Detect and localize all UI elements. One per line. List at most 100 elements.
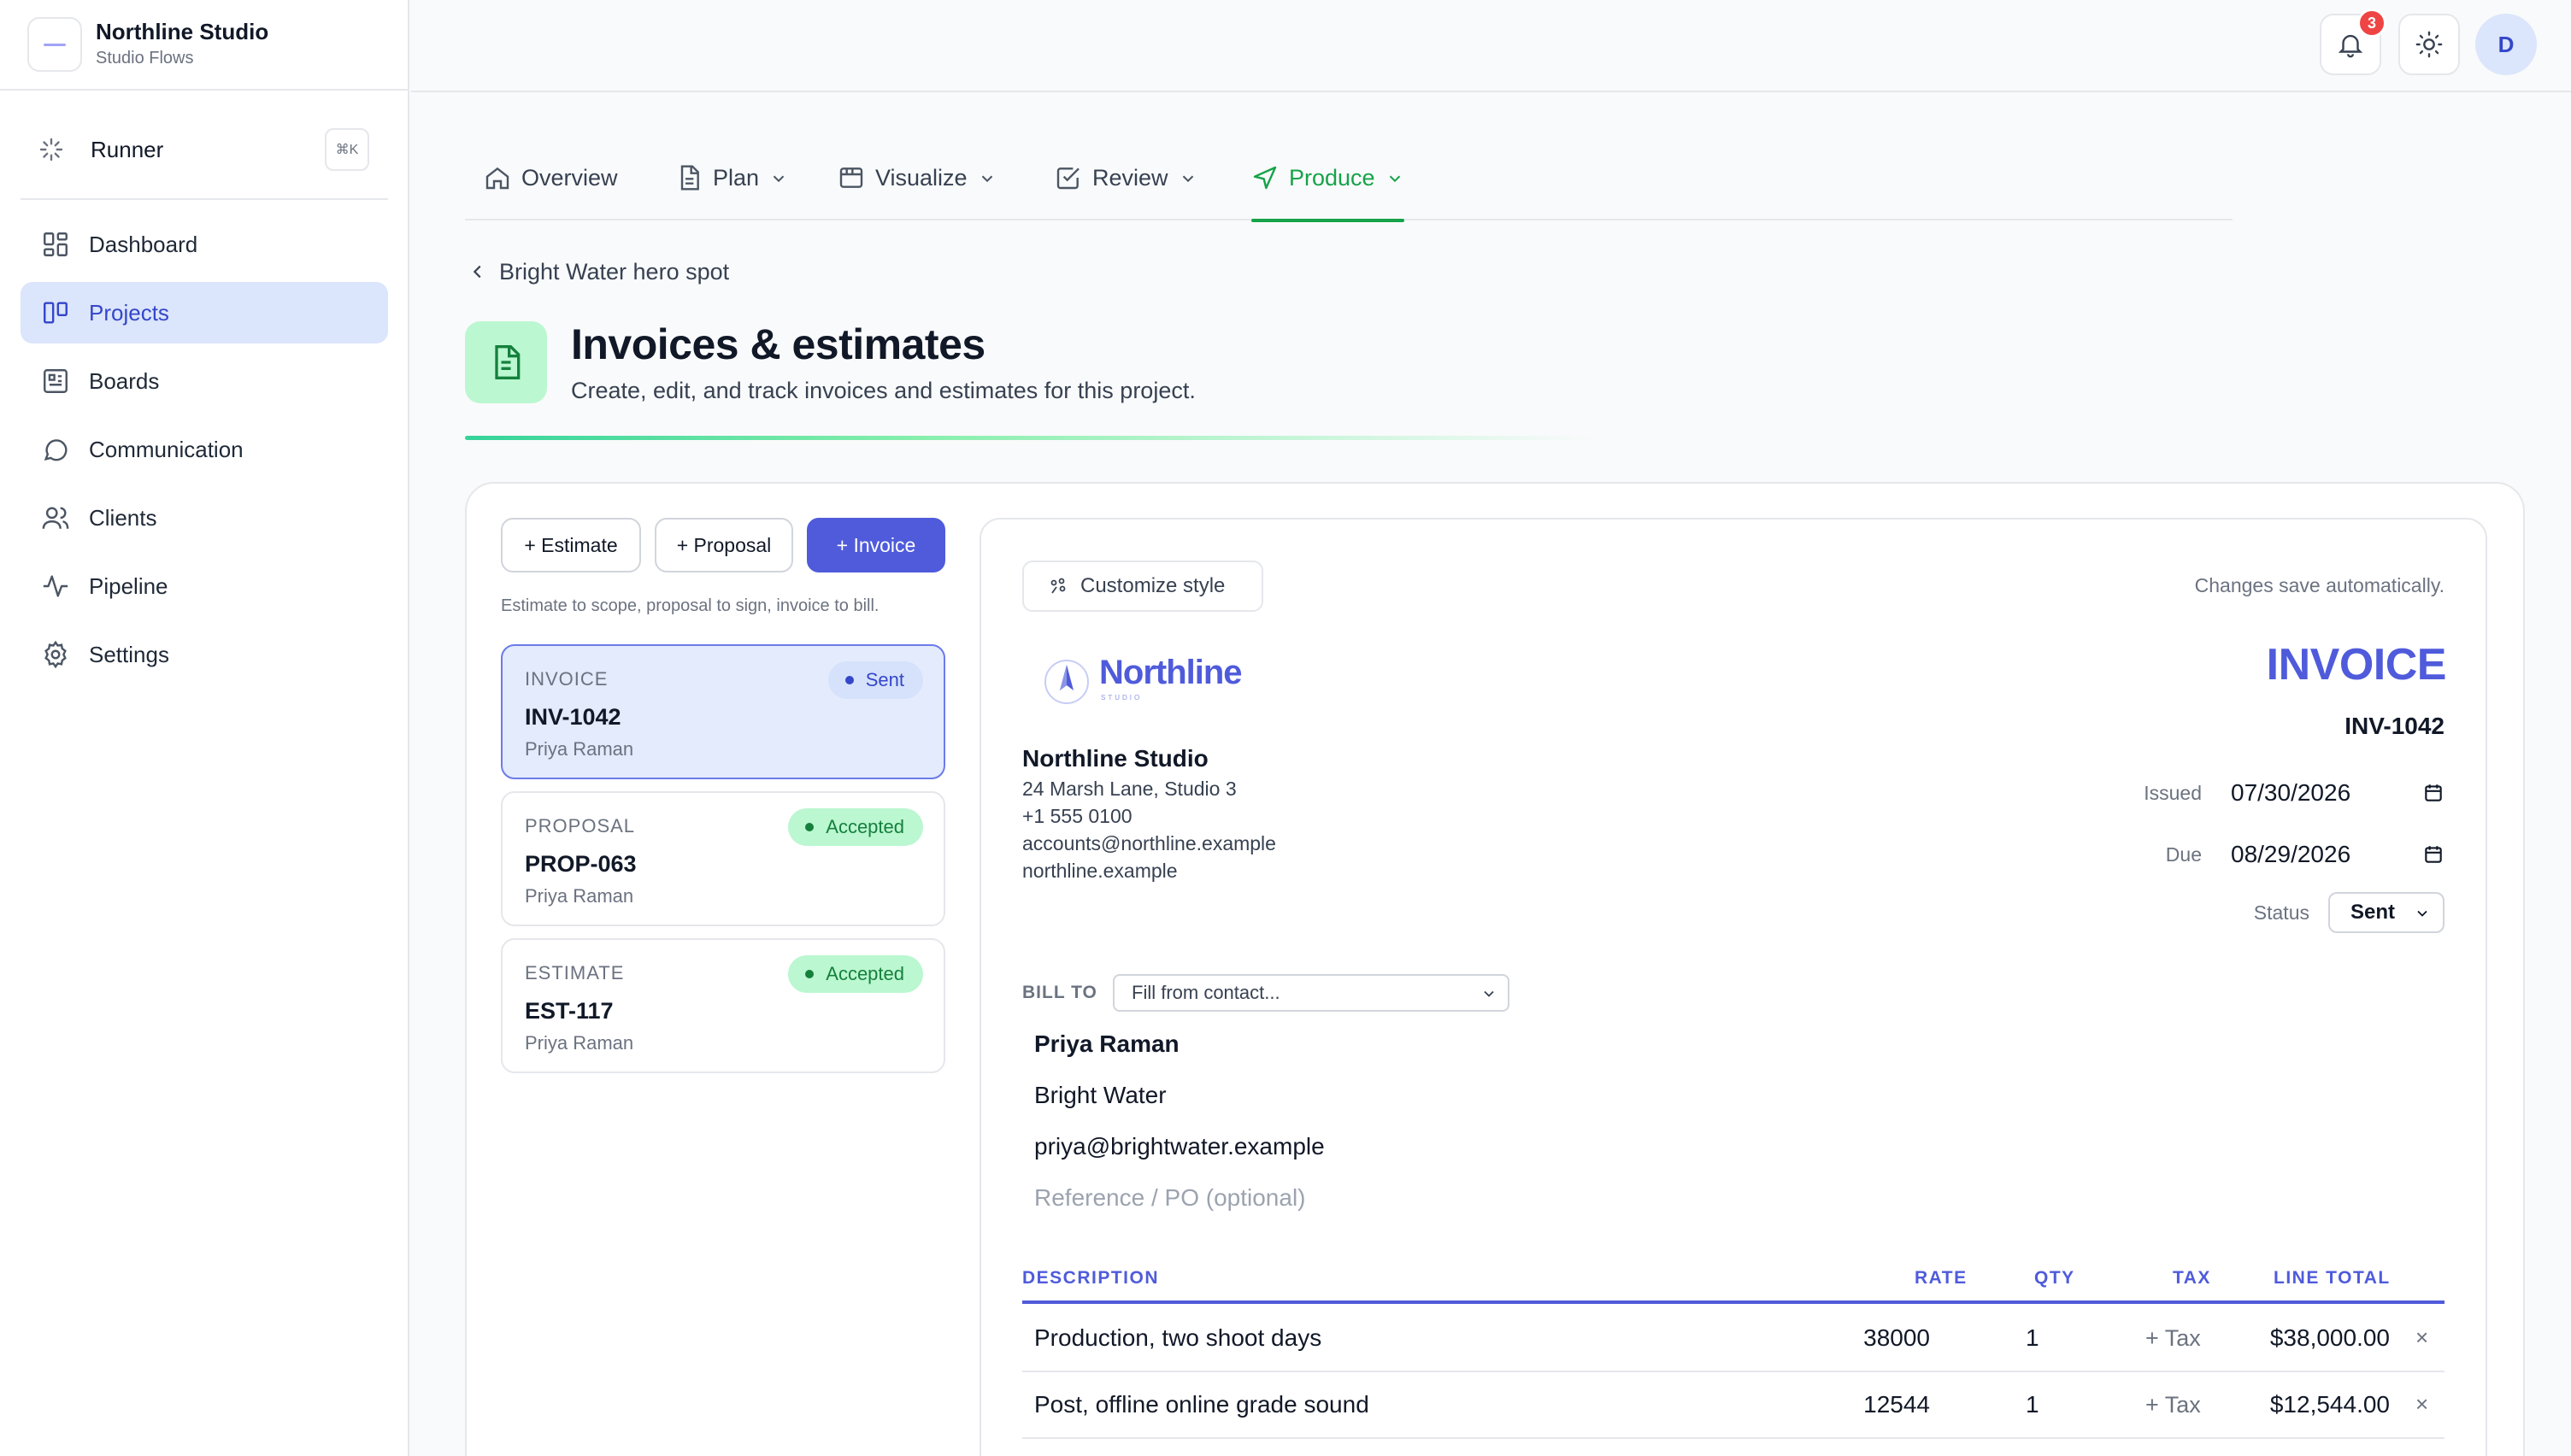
sidebar-item-label: Clients <box>89 504 157 531</box>
line-item-description[interactable]: Post, offline online grade sound <box>1034 1391 1369 1418</box>
chevron-down-icon <box>773 175 785 183</box>
contact-select-placeholder: Fill from contact... <box>1132 982 1280 1003</box>
table-row-divider <box>1022 1371 2445 1372</box>
sun-icon <box>2415 31 2443 58</box>
document-number: INV-1042 <box>525 704 621 730</box>
status-select-value: Sent <box>2350 901 2396 924</box>
line-item-description[interactable]: Production, two shoot days <box>1034 1324 1321 1352</box>
status-badge: Accepted <box>788 955 923 993</box>
send-icon <box>1253 166 1277 190</box>
document-client: Priya Raman <box>525 885 634 907</box>
checkbox-icon <box>1056 167 1080 190</box>
workspace-switcher[interactable]: Northline Studio Studio Flows <box>0 0 408 91</box>
line-item-add-tax[interactable]: + Tax <box>2145 1325 2201 1352</box>
notifications-button[interactable]: 3 <box>2320 9 2386 75</box>
add-invoice-button[interactable]: + Invoice <box>807 518 945 572</box>
issued-label: Issued <box>2144 781 2202 804</box>
theme-toggle-button[interactable] <box>2398 14 2460 75</box>
sidebar-item-label: Pipeline <box>89 572 168 599</box>
add-estimate-button[interactable]: + Estimate <box>501 518 641 572</box>
reference-po-input[interactable]: Reference / PO (optional) <box>1034 1184 1306 1212</box>
sidebar-divider <box>21 198 388 200</box>
issued-date-input[interactable]: 07/30/2026 <box>2231 779 2402 807</box>
due-label: Due <box>2165 842 2202 866</box>
column-header-tax: TAX <box>2173 1268 2211 1288</box>
tab-label: Produce <box>1289 165 1375 191</box>
line-item-rate[interactable]: 38000 <box>1855 1324 1930 1352</box>
column-header-rate: RATE <box>1915 1268 1968 1288</box>
tab-visualize[interactable]: Visualize <box>838 164 997 220</box>
header-divider <box>465 436 1593 440</box>
document-type: INVOICE <box>525 668 609 690</box>
table-row-divider <box>1022 1437 2445 1439</box>
document-client: Priya Raman <box>525 1032 634 1054</box>
tab-label: Overview <box>521 165 618 191</box>
line-item-qty[interactable]: 1 <box>2026 1391 2039 1418</box>
runner-button[interactable]: Runner ⌘K <box>38 128 369 171</box>
sidebar-item-label: Settings <box>89 641 169 667</box>
tab-produce[interactable]: Produce <box>1251 164 1404 222</box>
document-type: ESTIMATE <box>525 962 625 983</box>
workspace-logo <box>27 17 82 72</box>
chevron-down-icon <box>1484 990 1494 997</box>
sender-website[interactable]: northline.example <box>1022 860 1178 883</box>
document-card-estimate[interactable]: ESTIMATE Accepted EST-117 Priya Raman <box>501 938 945 1073</box>
line-item-rate[interactable]: 12544 <box>1855 1391 1930 1418</box>
line-item-total: $38,000.00 <box>2269 1324 2390 1351</box>
chevron-left-icon <box>473 265 481 279</box>
breadcrumb[interactable]: Bright Water hero spot <box>468 258 729 285</box>
home-icon <box>485 167 509 190</box>
calendar-icon[interactable] <box>2422 843 2445 866</box>
status-select[interactable]: Sent <box>2328 892 2445 933</box>
document-card-invoice[interactable]: INVOICE Sent INV-1042 Priya Raman <box>501 644 945 779</box>
sidebar-item-label: Communication <box>89 436 244 462</box>
sidebar-item-label: Dashboard <box>89 231 198 257</box>
tab-label: Review <box>1092 165 1168 191</box>
bill-to-company-input[interactable]: Bright Water <box>1034 1082 1167 1109</box>
sender-address[interactable]: 24 Marsh Lane, Studio 3 <box>1022 778 1237 801</box>
runner-shortcut: ⌘K <box>325 128 369 171</box>
tab-review[interactable]: Review <box>1055 164 1197 220</box>
document-client: Priya Raman <box>525 738 634 760</box>
bill-to-email-input[interactable]: priya@brightwater.example <box>1034 1133 1325 1160</box>
calendar-icon[interactable] <box>2422 782 2445 804</box>
film-icon <box>839 167 863 188</box>
document-card-proposal[interactable]: PROPOSAL Accepted PROP-063 Priya Raman <box>501 791 945 926</box>
sidebar-item-pipeline[interactable]: Pipeline <box>21 555 388 617</box>
sidebar-item-clients[interactable]: Clients <box>21 487 388 549</box>
remove-line-item-button[interactable]: × <box>2415 1324 2428 1351</box>
status-row: Status Sent <box>2254 892 2445 933</box>
tab-overview[interactable]: Overview <box>484 164 618 220</box>
sender-name[interactable]: Northline Studio <box>1022 745 1209 772</box>
bell-icon <box>2338 34 2363 58</box>
sidebar-item-projects[interactable]: Projects <box>21 282 388 343</box>
top-bar: 3 D <box>411 0 2571 92</box>
user-avatar[interactable]: D <box>2475 14 2537 75</box>
compass-logo-icon <box>1044 660 1089 704</box>
sender-email[interactable]: accounts@northline.example <box>1022 832 1276 855</box>
line-item-qty[interactable]: 1 <box>2026 1324 2039 1352</box>
sidebar-item-boards[interactable]: Boards <box>21 350 388 412</box>
column-header-description: DESCRIPTION <box>1022 1268 1160 1288</box>
gear-icon <box>44 640 67 669</box>
line-item-add-tax[interactable]: + Tax <box>2145 1392 2201 1418</box>
sidebar-item-settings[interactable]: Settings <box>21 624 388 685</box>
page-subtitle: Create, edit, and track invoices and est… <box>571 378 1196 403</box>
workspace-subtitle: Studio Flows <box>96 49 194 68</box>
due-date-row: Due 08/29/2026 <box>2133 837 2445 872</box>
customize-style-button[interactable]: Customize style <box>1022 561 1263 612</box>
dashboard-icon <box>44 232 68 256</box>
tab-label: Plan <box>713 165 760 191</box>
due-date-input[interactable]: 08/29/2026 <box>2231 841 2402 868</box>
bill-to-name-input[interactable]: Priya Raman <box>1034 1030 1180 1058</box>
remove-line-item-button[interactable]: × <box>2415 1391 2428 1418</box>
sidebar-item-dashboard[interactable]: Dashboard <box>21 214 388 275</box>
document-number-field[interactable]: INV-1042 <box>2344 713 2445 740</box>
tab-plan[interactable]: Plan <box>675 164 788 220</box>
company-logo-tagline: STUDIO <box>1101 694 1143 702</box>
file-text-icon <box>495 345 521 379</box>
fill-from-contact-select[interactable]: Fill from contact... <box>1113 974 1509 1012</box>
sidebar-item-communication[interactable]: Communication <box>21 419 388 480</box>
sender-phone[interactable]: +1 555 0100 <box>1022 805 1133 828</box>
add-proposal-button[interactable]: + Proposal <box>655 518 793 572</box>
